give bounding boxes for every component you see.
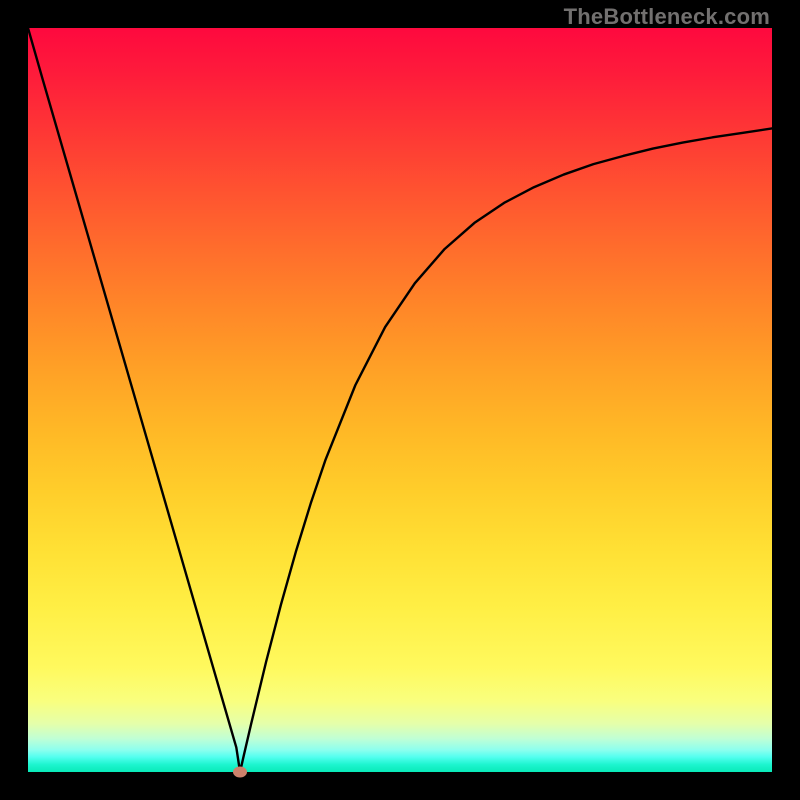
watermark-label: TheBottleneck.com [564,4,770,30]
plot-area [28,28,772,772]
minimum-marker [233,767,247,778]
chart-frame: TheBottleneck.com [0,0,800,800]
bottleneck-curve [28,28,772,772]
